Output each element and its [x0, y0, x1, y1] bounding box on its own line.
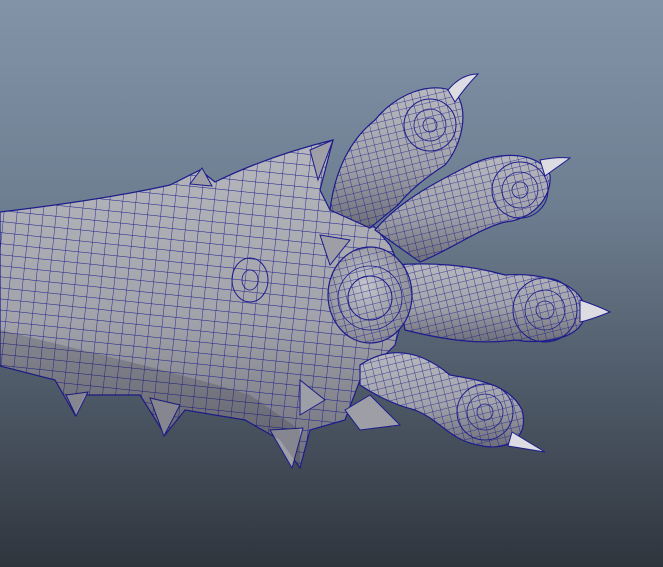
finger-4	[359, 352, 525, 448]
3d-viewport[interactable]	[0, 0, 663, 567]
finger-3	[394, 263, 586, 343]
palm-pad	[327, 246, 413, 344]
paw-model-mesh[interactable]	[0, 0, 663, 567]
